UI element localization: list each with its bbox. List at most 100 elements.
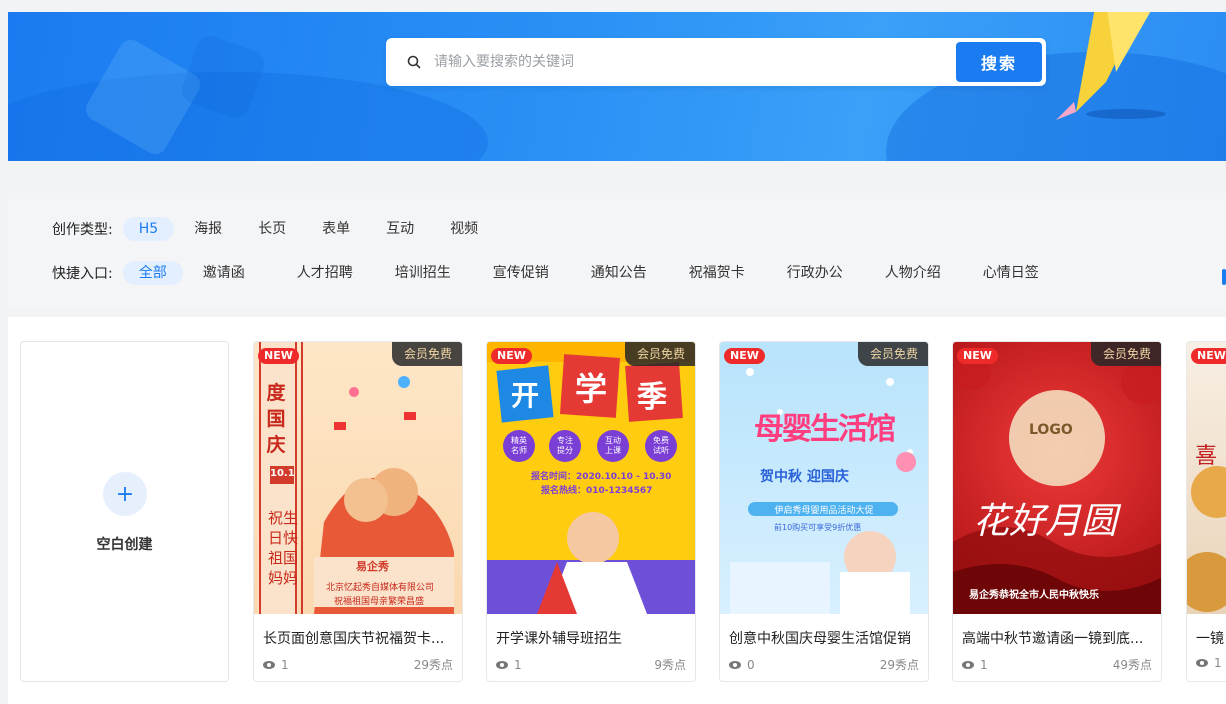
quick-chip-daily[interactable]: 心情日签 [967,261,1055,285]
template-meta: 1 9秀点 [496,656,686,673]
view-count: 1 [980,657,988,672]
view-count: 1 [514,657,522,672]
template-title: 一镜 [1196,631,1224,647]
thumbnail-art [953,354,1161,614]
price: 9秀点 [654,658,686,672]
thumb-bottom: 易企秀恭祝全市人民中秋快乐 [969,590,1099,601]
template-card[interactable]: 母婴生活馆 贺中秋 迎国庆 伊启秀母婴用品活动大促 前10购买可享受9折优惠 N… [719,341,929,682]
plus-icon: + [103,472,147,516]
quick-chip-all[interactable]: 全部 [122,261,183,285]
member-free-badge: 会员免费 [857,342,928,366]
eye-icon [496,660,508,669]
thumb-headline: 度国庆 [266,382,286,456]
new-badge: NEW [258,348,299,364]
quick-chip-greeting-card[interactable]: 祝福贺卡 [673,261,761,285]
quick-chip-training[interactable]: 培训招生 [379,261,467,285]
quick-filter-label: 快捷入口: [52,266,113,282]
member-free-badge: 会员免费 [624,342,695,366]
thumb-bubble: 专注提分 [557,436,573,455]
thumb-bubble: 免费试听 [653,436,669,455]
template-thumbnail: LOGO 花好月圆 易企秀恭祝全市人民中秋快乐 NEW 会员免费 [953,342,1161,614]
template-meta: 1 [1196,656,1226,670]
search-input[interactable] [434,48,934,76]
template-meta: 0 29秀点 [729,656,919,673]
type-filter-row: 创作类型: H5 海报 长页 表单 互动 视频 [52,217,498,241]
thumbnail-art [1187,466,1226,612]
quick-chip-office[interactable]: 行政办公 [771,261,859,285]
new-badge: NEW [491,348,532,364]
search-button[interactable]: 搜索 [956,42,1042,82]
scroll-indicator [1222,269,1226,285]
member-free-badge: 会员免费 [1090,342,1161,366]
page: 搜索 创作类型: H5 海报 长页 表单 互动 视频 快捷入口: 全部 邀请函 … [0,0,1226,704]
view-count: 0 [747,657,755,672]
price: 49秀点 [1112,658,1152,672]
blank-create-card[interactable]: + 空白创建 [20,341,229,682]
template-thumbnail: 度国庆 10.1 祝生日快 祖国妈妈 易企秀 北京忆起秀自媒体有限公司 祝福祖国… [254,342,462,614]
price: 29秀点 [413,658,453,672]
thumb-bubble: 精英名师 [511,436,527,455]
type-chip-interactive[interactable]: 互动 [370,217,430,241]
template-title: 长页面创意国庆节祝福贺卡... [263,631,445,647]
member-free-badge: 会员免费 [391,342,462,366]
new-badge: NEW [1191,348,1226,364]
thumb-char: 季 [637,380,667,415]
template-title: 高端中秋节邀请函一镜到底... [962,631,1144,647]
thumb-char: 学 [575,370,608,408]
quick-chip-notice[interactable]: 通知公告 [575,261,663,285]
thumb-brand: 易企秀 [356,560,389,573]
thumb-logo: LOGO [1029,422,1073,438]
view-count: 1 [281,657,289,672]
template-thumbnail: 开 学 季 精英名师 专注提分 互动上课 免费试听 报名时间：2020.10.1… [487,342,695,614]
template-card[interactable]: LOGO 花好月圆 易企秀恭祝全市人民中秋快乐 NEW 会员免费 高端中秋节邀请… [952,341,1162,682]
template-title: 开学课外辅导班招生 [496,631,622,647]
thumb-bubble: 互动上课 [605,436,621,455]
template-thumbnail: 喜 NEW [1187,342,1226,614]
blank-create-label: 空白创建 [96,537,153,553]
search-icon [407,55,421,69]
filter-panel: 创作类型: H5 海报 长页 表单 互动 视频 快捷入口: 全部 邀请函 人才招… [8,193,1226,307]
type-chip-longpage[interactable]: 长页 [242,217,302,241]
search-bar: 搜索 [386,38,1046,86]
eye-icon [729,660,741,669]
thumb-note: 前10购买可享受9折优惠 [774,523,862,532]
type-chip-form[interactable]: 表单 [306,217,366,241]
eye-icon [962,660,974,669]
type-chip-poster[interactable]: 海报 [178,217,238,241]
quick-chip-profile[interactable]: 人物介绍 [869,261,957,285]
template-title: 创意中秋国庆母婴生活馆促销 [729,631,911,647]
hero-banner: 搜索 [8,12,1226,161]
thumb-sub: 祝福祖国母亲繁荣昌盛 [334,597,425,607]
template-card[interactable]: 度国庆 10.1 祝生日快 祖国妈妈 易企秀 北京忆起秀自媒体有限公司 祝福祖国… [253,341,463,682]
template-thumbnail: 母婴生活馆 贺中秋 迎国庆 伊启秀母婴用品活动大促 前10购买可享受9折优惠 N… [720,342,928,614]
thumb-strip: 伊启秀母婴用品活动大促 [774,506,874,516]
eye-icon [1196,659,1208,667]
thumb-date: 10.1 [270,468,295,479]
thumb-headline: 喜 [1195,444,1218,469]
price: 29秀点 [879,658,919,672]
template-card[interactable]: 开 学 季 精英名师 专注提分 互动上课 免费试听 报名时间：2020.10.1… [486,341,696,682]
thumb-poem: 祝生日快 祖国妈妈 [267,509,298,587]
thumb-phone: 报名热线：010-1234567 [541,486,653,496]
thumb-char: 开 [511,379,540,412]
thumb-headline: 花好月圆 [973,501,1118,542]
type-filter-label: 创作类型: [52,222,113,238]
view-count: 1 [1214,656,1222,670]
thumb-headline: 母婴生活馆 [754,412,896,447]
new-badge: NEW [957,348,998,364]
thumb-company: 北京忆起秀自媒体有限公司 [326,583,435,593]
eye-icon [263,660,275,669]
template-card[interactable]: 喜 NEW 一镜 1 [1186,341,1226,682]
quick-chip-recruitment[interactable]: 人才招聘 [281,261,369,285]
template-meta: 1 29秀点 [263,656,453,673]
type-chip-video[interactable]: 视频 [434,217,494,241]
template-meta: 1 49秀点 [962,656,1152,673]
thumb-time: 报名时间：2020.10.10 - 10.30 [531,472,672,482]
quick-filter-row: 快捷入口: 全部 邀请函 人才招聘 培训招生 宣传促销 通知公告 祝福贺卡 行政… [52,261,1059,285]
quick-chip-promotion[interactable]: 宣传促销 [477,261,565,285]
thumb-sub: 贺中秋 迎国庆 [760,469,849,485]
quick-chip-invitation[interactable]: 邀请函 [187,261,261,285]
new-badge: NEW [724,348,765,364]
template-grid: + 空白创建 度国庆 10.1 祝生日快 祖国妈妈 易企秀 北京忆起秀自媒体有限… [8,317,1226,704]
type-chip-h5[interactable]: H5 [122,217,175,241]
